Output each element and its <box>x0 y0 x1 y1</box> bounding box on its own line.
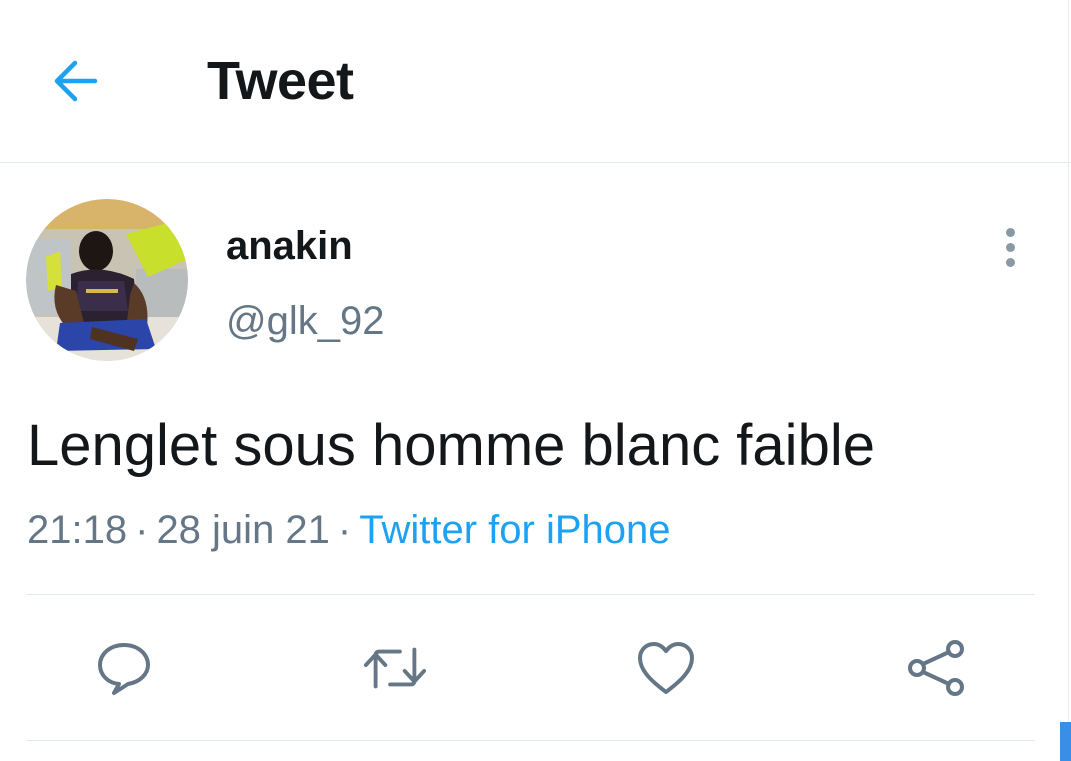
arrow-left-icon <box>54 60 98 102</box>
more-dot <box>1005 257 1015 267</box>
share-button[interactable] <box>904 636 968 700</box>
user-handle[interactable]: @glk_92 <box>226 297 384 345</box>
profile-photo <box>26 199 188 361</box>
meta-separator: · <box>337 508 352 552</box>
reply-icon <box>98 643 150 695</box>
back-button[interactable] <box>44 50 106 112</box>
more-dot <box>1005 227 1015 237</box>
divider <box>26 740 1035 741</box>
tweet-text: Lenglet sous homme blanc faible <box>27 413 875 478</box>
like-button[interactable] <box>634 636 698 700</box>
more-dot <box>1005 242 1015 252</box>
page-title: Tweet <box>207 51 354 111</box>
retweet-icon <box>363 647 427 689</box>
more-options-button[interactable] <box>990 222 1030 272</box>
meta-separator: · <box>135 508 149 552</box>
tweet-time: 21:18 <box>27 508 128 552</box>
tweet-date: 28 juin 21 <box>156 508 330 552</box>
tweet-meta: 21:18 · 28 juin 21 · Twitter for iPhone <box>27 506 671 554</box>
reply-button[interactable] <box>92 636 156 700</box>
screen-edge <box>1068 0 1069 761</box>
divider <box>26 594 1035 595</box>
scrollbar-thumb[interactable] <box>1060 722 1071 761</box>
avatar[interactable] <box>26 199 188 361</box>
tweet-source-link[interactable]: Twitter for iPhone <box>359 508 670 552</box>
retweet-button[interactable] <box>363 636 427 700</box>
tweet-detail-screen: Tweet anakin @glk_92 Lenglet sous homme … <box>0 0 1071 761</box>
heart-icon <box>638 642 694 694</box>
share-icon <box>908 640 964 696</box>
top-bar: Tweet <box>0 0 1071 163</box>
display-name[interactable]: anakin <box>226 222 393 270</box>
